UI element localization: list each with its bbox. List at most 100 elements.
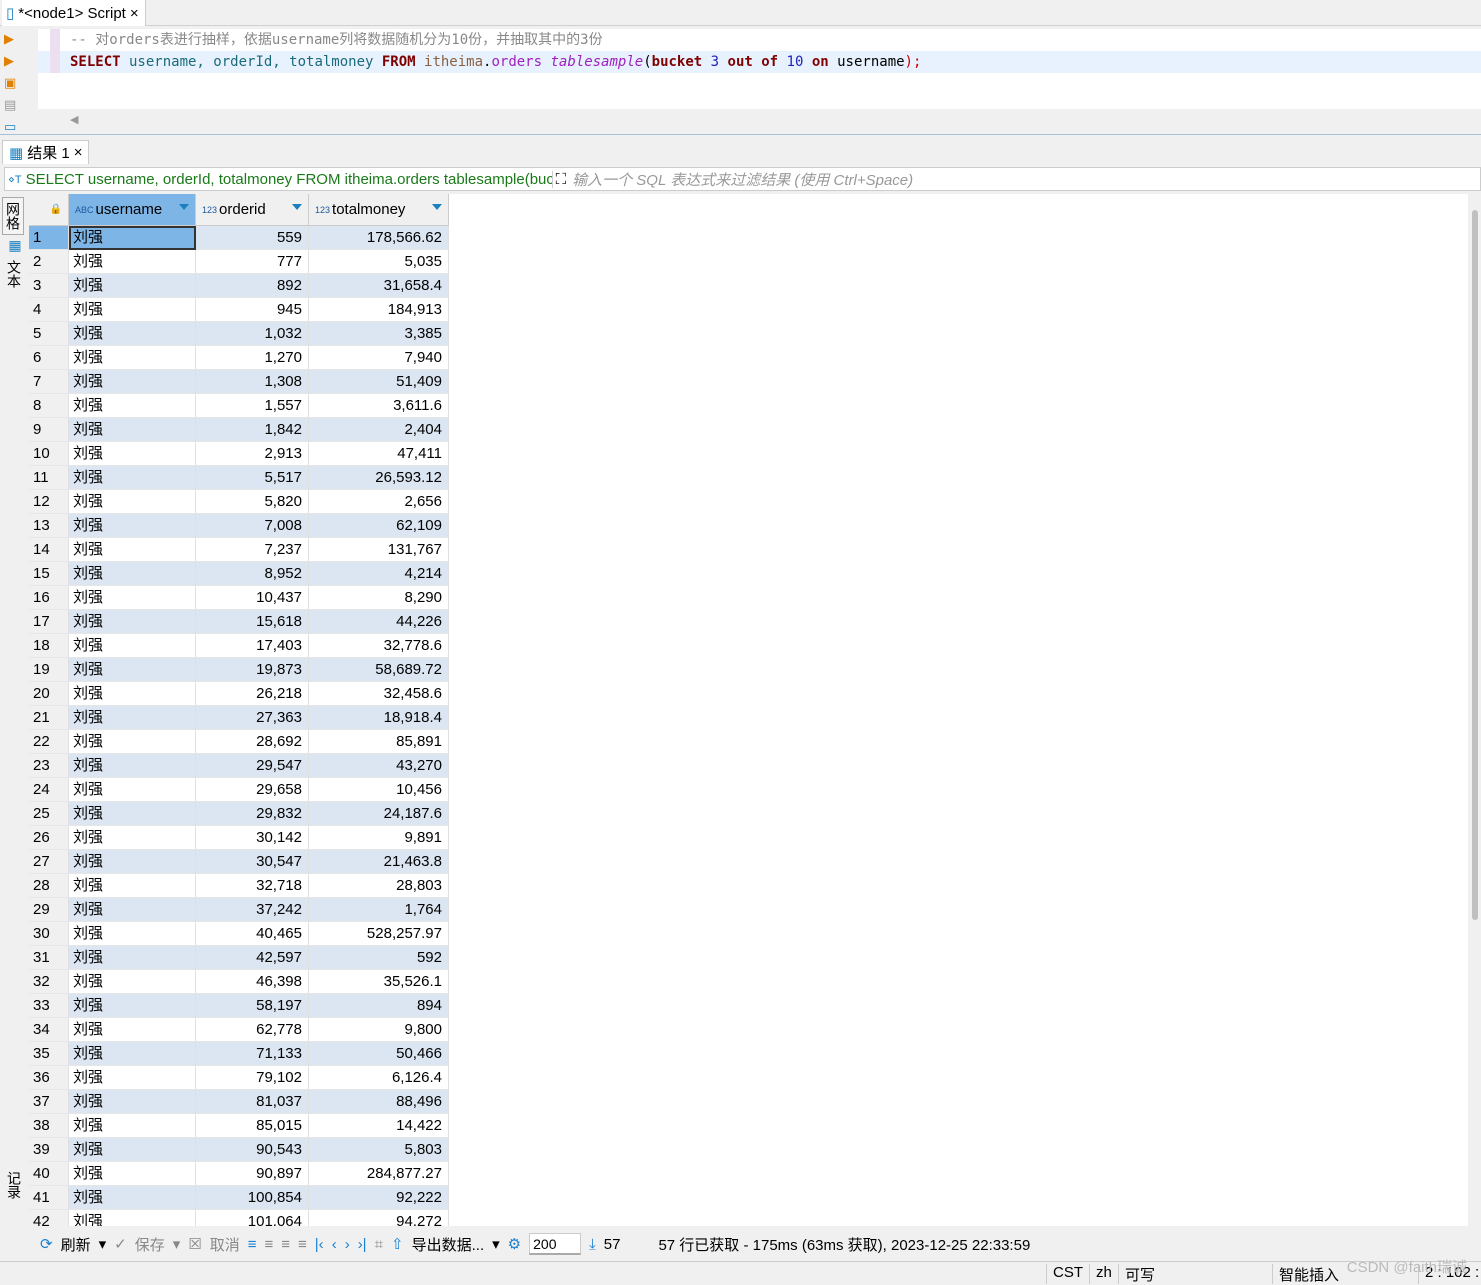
fetch-size-input[interactable] xyxy=(529,1233,582,1255)
row-number[interactable]: 37 xyxy=(29,1090,69,1114)
cell-totalmoney[interactable]: 5,803 xyxy=(309,1138,449,1162)
cell-username[interactable]: 刘强 xyxy=(69,346,196,370)
cell-totalmoney[interactable]: 10,456 xyxy=(309,778,449,802)
column-header-username[interactable]: ABC username xyxy=(69,194,196,226)
table-row[interactable]: 12 刘强 5,820 2,656 xyxy=(29,490,1468,514)
cell-orderid[interactable]: 28,692 xyxy=(196,730,309,754)
cell-totalmoney[interactable]: 9,800 xyxy=(309,1018,449,1042)
row-number[interactable]: 23 xyxy=(29,754,69,778)
cell-orderid[interactable]: 1,557 xyxy=(196,394,309,418)
table-row[interactable]: 8 刘强 1,557 3,611.6 xyxy=(29,394,1468,418)
row-number[interactable]: 12 xyxy=(29,490,69,514)
cell-orderid[interactable]: 1,032 xyxy=(196,322,309,346)
cell-orderid[interactable]: 1,842 xyxy=(196,418,309,442)
cell-orderid[interactable]: 90,543 xyxy=(196,1138,309,1162)
editor-tab-script[interactable]: ▯ *<node1> Script × xyxy=(2,0,146,26)
table-row[interactable]: 42 刘强 101,064 94,272 xyxy=(29,1210,1468,1226)
row-number[interactable]: 28 xyxy=(29,874,69,898)
cell-orderid[interactable]: 85,015 xyxy=(196,1114,309,1138)
cell-username[interactable]: 刘强 xyxy=(69,922,196,946)
row-number[interactable]: 27 xyxy=(29,850,69,874)
sort-filter-icon[interactable] xyxy=(292,204,302,210)
cell-username[interactable]: 刘强 xyxy=(69,394,196,418)
cell-totalmoney[interactable]: 178,566.62 xyxy=(309,226,449,250)
table-row[interactable]: 39 刘强 90,543 5,803 xyxy=(29,1138,1468,1162)
cell-totalmoney[interactable]: 44,226 xyxy=(309,610,449,634)
cell-orderid[interactable]: 46,398 xyxy=(196,970,309,994)
row-number[interactable]: 26 xyxy=(29,826,69,850)
cell-username[interactable]: 刘强 xyxy=(69,754,196,778)
cell-totalmoney[interactable]: 26,593.12 xyxy=(309,466,449,490)
row-number[interactable]: 36 xyxy=(29,1066,69,1090)
table-row[interactable]: 20 刘强 26,218 32,458.6 xyxy=(29,682,1468,706)
cell-orderid[interactable]: 1,270 xyxy=(196,346,309,370)
cell-totalmoney[interactable]: 51,409 xyxy=(309,370,449,394)
row-number[interactable]: 31 xyxy=(29,946,69,970)
export-dropdown-icon[interactable]: ▾ xyxy=(492,1235,500,1253)
row-number[interactable]: 13 xyxy=(29,514,69,538)
delete-row-icon[interactable]: ≡ xyxy=(298,1236,307,1253)
cell-orderid[interactable]: 58,197 xyxy=(196,994,309,1018)
cell-orderid[interactable]: 8,952 xyxy=(196,562,309,586)
cell-orderid[interactable]: 892 xyxy=(196,274,309,298)
cell-orderid[interactable]: 945 xyxy=(196,298,309,322)
column-header-totalmoney[interactable]: 123 totalmoney xyxy=(309,194,449,226)
table-row[interactable]: 6 刘强 1,270 7,940 xyxy=(29,346,1468,370)
cell-totalmoney[interactable]: 32,458.6 xyxy=(309,682,449,706)
row-number[interactable]: 6 xyxy=(29,346,69,370)
cell-username[interactable]: 刘强 xyxy=(69,946,196,970)
fetch-all-icon[interactable]: ⌗ xyxy=(375,1236,383,1253)
side-tab-grid[interactable]: 网格 xyxy=(2,197,24,235)
row-number[interactable]: 10 xyxy=(29,442,69,466)
row-number[interactable]: 30 xyxy=(29,922,69,946)
expand-icon[interactable]: ⛶ xyxy=(551,170,566,188)
copy-row-icon[interactable]: ≡ xyxy=(281,1236,290,1253)
table-row[interactable]: 26 刘强 30,142 9,891 xyxy=(29,826,1468,850)
cell-orderid[interactable]: 26,218 xyxy=(196,682,309,706)
cell-username[interactable]: 刘强 xyxy=(69,1066,196,1090)
cell-username[interactable]: 刘强 xyxy=(69,490,196,514)
cell-username[interactable]: 刘强 xyxy=(69,538,196,562)
sql-editor[interactable]: ▶ ▶ ▣ ▤ ▭ -- 对orders表进行抽样，依据username列将数据… xyxy=(0,27,1481,134)
row-number[interactable]: 19 xyxy=(29,658,69,682)
row-number[interactable]: 8 xyxy=(29,394,69,418)
cell-totalmoney[interactable]: 88,496 xyxy=(309,1090,449,1114)
row-number[interactable]: 38 xyxy=(29,1114,69,1138)
cell-orderid[interactable]: 7,237 xyxy=(196,538,309,562)
cell-totalmoney[interactable]: 1,764 xyxy=(309,898,449,922)
cell-orderid[interactable]: 101,064 xyxy=(196,1210,309,1226)
table-row[interactable]: 40 刘强 90,897 284,877.27 xyxy=(29,1162,1468,1186)
cell-orderid[interactable]: 40,465 xyxy=(196,922,309,946)
row-number[interactable]: 4 xyxy=(29,298,69,322)
sort-filter-icon[interactable] xyxy=(179,204,189,210)
table-row[interactable]: 11 刘强 5,517 26,593.12 xyxy=(29,466,1468,490)
cell-username[interactable]: 刘强 xyxy=(69,514,196,538)
row-number[interactable]: 22 xyxy=(29,730,69,754)
cell-orderid[interactable]: 19,873 xyxy=(196,658,309,682)
cell-totalmoney[interactable]: 50,466 xyxy=(309,1042,449,1066)
cell-totalmoney[interactable]: 2,656 xyxy=(309,490,449,514)
table-row[interactable]: 1 刘强 559 178,566.62 xyxy=(29,226,1468,250)
cell-totalmoney[interactable]: 9,891 xyxy=(309,826,449,850)
row-number[interactable]: 34 xyxy=(29,1018,69,1042)
cell-orderid[interactable]: 15,618 xyxy=(196,610,309,634)
table-row[interactable]: 18 刘强 17,403 32,778.6 xyxy=(29,634,1468,658)
row-number[interactable]: 35 xyxy=(29,1042,69,1066)
cell-orderid[interactable]: 37,242 xyxy=(196,898,309,922)
table-row[interactable]: 3 刘强 892 31,658.4 xyxy=(29,274,1468,298)
table-row[interactable]: 33 刘强 58,197 894 xyxy=(29,994,1468,1018)
table-row[interactable]: 13 刘强 7,008 62,109 xyxy=(29,514,1468,538)
cell-username[interactable]: 刘强 xyxy=(69,706,196,730)
cell-totalmoney[interactable]: 94,272 xyxy=(309,1210,449,1226)
cell-username[interactable]: 刘强 xyxy=(69,1018,196,1042)
row-number[interactable]: 24 xyxy=(29,778,69,802)
cell-totalmoney[interactable]: 47,411 xyxy=(309,442,449,466)
next-page-icon[interactable]: › xyxy=(345,1236,350,1253)
cell-orderid[interactable]: 2,913 xyxy=(196,442,309,466)
row-number[interactable]: 15 xyxy=(29,562,69,586)
table-row[interactable]: 37 刘强 81,037 88,496 xyxy=(29,1090,1468,1114)
vertical-scrollbar[interactable] xyxy=(1472,210,1478,920)
row-number[interactable]: 33 xyxy=(29,994,69,1018)
sort-filter-icon[interactable] xyxy=(432,204,442,210)
cell-totalmoney[interactable]: 2,404 xyxy=(309,418,449,442)
